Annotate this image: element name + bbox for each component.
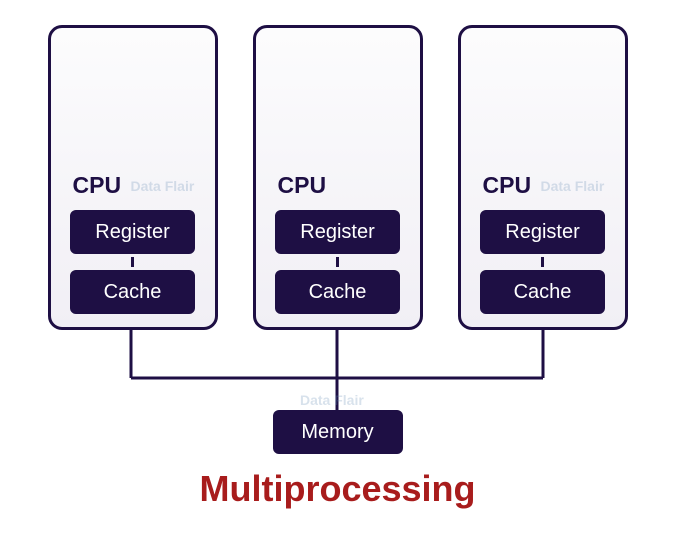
connector-register-cache bbox=[131, 257, 134, 267]
register-box: Register bbox=[480, 210, 605, 254]
cpu-row: Data Flair CPU Register Cache CPU Regist… bbox=[0, 25, 675, 330]
cpu-box-1: Data Flair CPU Register Cache bbox=[48, 25, 218, 330]
cache-box: Cache bbox=[70, 270, 195, 314]
watermark-1: Data Flair bbox=[131, 178, 195, 194]
register-box: Register bbox=[70, 210, 195, 254]
cpu-box-3: Data Flair CPU Register Cache bbox=[458, 25, 628, 330]
connector-register-cache bbox=[541, 257, 544, 267]
cpu-label: CPU bbox=[278, 172, 327, 199]
cpu-label: CPU bbox=[73, 172, 122, 199]
cache-box: Cache bbox=[480, 270, 605, 314]
watermark-2: Data Flair bbox=[541, 178, 605, 194]
watermark-3: Data Flair bbox=[300, 392, 364, 408]
diagram-title: Multiprocessing bbox=[0, 468, 675, 510]
cpu-box-2: CPU Register Cache bbox=[253, 25, 423, 330]
connector-register-cache bbox=[336, 257, 339, 267]
memory-box: Memory bbox=[273, 410, 403, 454]
register-box: Register bbox=[275, 210, 400, 254]
cache-box: Cache bbox=[275, 270, 400, 314]
cpu-label: CPU bbox=[483, 172, 532, 199]
